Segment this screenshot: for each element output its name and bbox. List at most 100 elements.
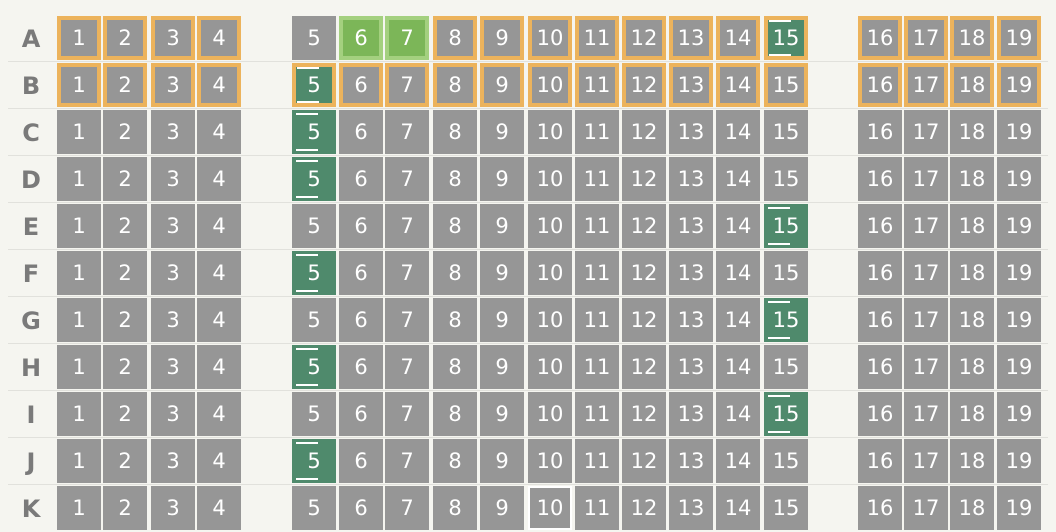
seat-f5[interactable]: 5 [292, 251, 336, 295]
seat-i13[interactable]: 13 [669, 392, 713, 436]
seat-j7[interactable]: 7 [385, 439, 429, 483]
seat-b13[interactable]: 13 [669, 63, 713, 107]
seat-e19[interactable]: 19 [997, 204, 1041, 248]
seat-k13[interactable]: 13 [669, 486, 713, 530]
seat-a4[interactable]: 4 [197, 16, 241, 60]
seat-d14[interactable]: 14 [716, 157, 760, 201]
seat-d11[interactable]: 11 [575, 157, 619, 201]
seat-f7[interactable]: 7 [385, 251, 429, 295]
seat-h14[interactable]: 14 [716, 345, 760, 389]
seat-i18[interactable]: 18 [950, 392, 994, 436]
seat-f4[interactable]: 4 [197, 251, 241, 295]
seat-a2[interactable]: 2 [103, 16, 147, 60]
seat-i5[interactable]: 5 [292, 392, 336, 436]
seat-g14[interactable]: 14 [716, 298, 760, 342]
seat-i1[interactable]: 1 [57, 392, 101, 436]
seat-d13[interactable]: 13 [669, 157, 713, 201]
seat-a1[interactable]: 1 [57, 16, 101, 60]
seat-e16[interactable]: 16 [858, 204, 902, 248]
seat-k16[interactable]: 16 [858, 486, 902, 530]
seat-a19[interactable]: 19 [997, 16, 1041, 60]
seat-a18[interactable]: 18 [950, 16, 994, 60]
seat-c7[interactable]: 7 [385, 110, 429, 154]
seat-k15[interactable]: 15 [764, 486, 808, 530]
seat-c3[interactable]: 3 [151, 110, 195, 154]
seat-i3[interactable]: 3 [151, 392, 195, 436]
seat-d19[interactable]: 19 [997, 157, 1041, 201]
seat-a16[interactable]: 16 [858, 16, 902, 60]
seat-c6[interactable]: 6 [339, 110, 383, 154]
seat-e9[interactable]: 9 [480, 204, 524, 248]
seat-g15[interactable]: 15 [764, 298, 808, 342]
seat-h5[interactable]: 5 [292, 345, 336, 389]
seat-f15[interactable]: 15 [764, 251, 808, 295]
seat-i8[interactable]: 8 [433, 392, 477, 436]
seat-a3[interactable]: 3 [151, 16, 195, 60]
seat-a11[interactable]: 11 [575, 16, 619, 60]
seat-b5[interactable]: 5 [292, 63, 336, 107]
seat-j16[interactable]: 16 [858, 439, 902, 483]
seat-c9[interactable]: 9 [480, 110, 524, 154]
seat-j13[interactable]: 13 [669, 439, 713, 483]
seat-d16[interactable]: 16 [858, 157, 902, 201]
seat-a12[interactable]: 12 [622, 16, 666, 60]
seat-i10[interactable]: 10 [528, 392, 572, 436]
seat-f2[interactable]: 2 [103, 251, 147, 295]
seat-b14[interactable]: 14 [716, 63, 760, 107]
seat-j9[interactable]: 9 [480, 439, 524, 483]
seat-i4[interactable]: 4 [197, 392, 241, 436]
seat-k1[interactable]: 1 [57, 486, 101, 530]
seat-e6[interactable]: 6 [339, 204, 383, 248]
seat-c17[interactable]: 17 [904, 110, 948, 154]
seat-g16[interactable]: 16 [858, 298, 902, 342]
seat-g12[interactable]: 12 [622, 298, 666, 342]
seat-d18[interactable]: 18 [950, 157, 994, 201]
seat-k5[interactable]: 5 [292, 486, 336, 530]
seat-e15[interactable]: 15 [764, 204, 808, 248]
seat-j17[interactable]: 17 [904, 439, 948, 483]
seat-g6[interactable]: 6 [339, 298, 383, 342]
seat-k17[interactable]: 17 [904, 486, 948, 530]
seat-d2[interactable]: 2 [103, 157, 147, 201]
seat-e17[interactable]: 17 [904, 204, 948, 248]
seat-g4[interactable]: 4 [197, 298, 241, 342]
seat-j10[interactable]: 10 [528, 439, 572, 483]
seat-c8[interactable]: 8 [433, 110, 477, 154]
seat-i11[interactable]: 11 [575, 392, 619, 436]
seat-b4[interactable]: 4 [197, 63, 241, 107]
seat-c19[interactable]: 19 [997, 110, 1041, 154]
seat-j4[interactable]: 4 [197, 439, 241, 483]
seat-h6[interactable]: 6 [339, 345, 383, 389]
seat-j3[interactable]: 3 [151, 439, 195, 483]
seat-g10[interactable]: 10 [528, 298, 572, 342]
seat-a17[interactable]: 17 [904, 16, 948, 60]
seat-b15[interactable]: 15 [764, 63, 808, 107]
seat-g8[interactable]: 8 [433, 298, 477, 342]
seat-a15[interactable]: 15 [764, 16, 808, 60]
seat-j8[interactable]: 8 [433, 439, 477, 483]
seat-h19[interactable]: 19 [997, 345, 1041, 389]
seat-g17[interactable]: 17 [904, 298, 948, 342]
seat-h10[interactable]: 10 [528, 345, 572, 389]
seat-h2[interactable]: 2 [103, 345, 147, 389]
seat-g19[interactable]: 19 [997, 298, 1041, 342]
seat-h3[interactable]: 3 [151, 345, 195, 389]
seat-c15[interactable]: 15 [764, 110, 808, 154]
seat-e4[interactable]: 4 [197, 204, 241, 248]
seat-h11[interactable]: 11 [575, 345, 619, 389]
seat-b10[interactable]: 10 [528, 63, 572, 107]
seat-b3[interactable]: 3 [151, 63, 195, 107]
seat-i2[interactable]: 2 [103, 392, 147, 436]
seat-e3[interactable]: 3 [151, 204, 195, 248]
seat-e8[interactable]: 8 [433, 204, 477, 248]
seat-c10[interactable]: 10 [528, 110, 572, 154]
seat-a14[interactable]: 14 [716, 16, 760, 60]
seat-b8[interactable]: 8 [433, 63, 477, 107]
seat-a9[interactable]: 9 [480, 16, 524, 60]
seat-d5[interactable]: 5 [292, 157, 336, 201]
seat-d3[interactable]: 3 [151, 157, 195, 201]
seat-g13[interactable]: 13 [669, 298, 713, 342]
seat-c5[interactable]: 5 [292, 110, 336, 154]
seat-h7[interactable]: 7 [385, 345, 429, 389]
seat-c2[interactable]: 2 [103, 110, 147, 154]
